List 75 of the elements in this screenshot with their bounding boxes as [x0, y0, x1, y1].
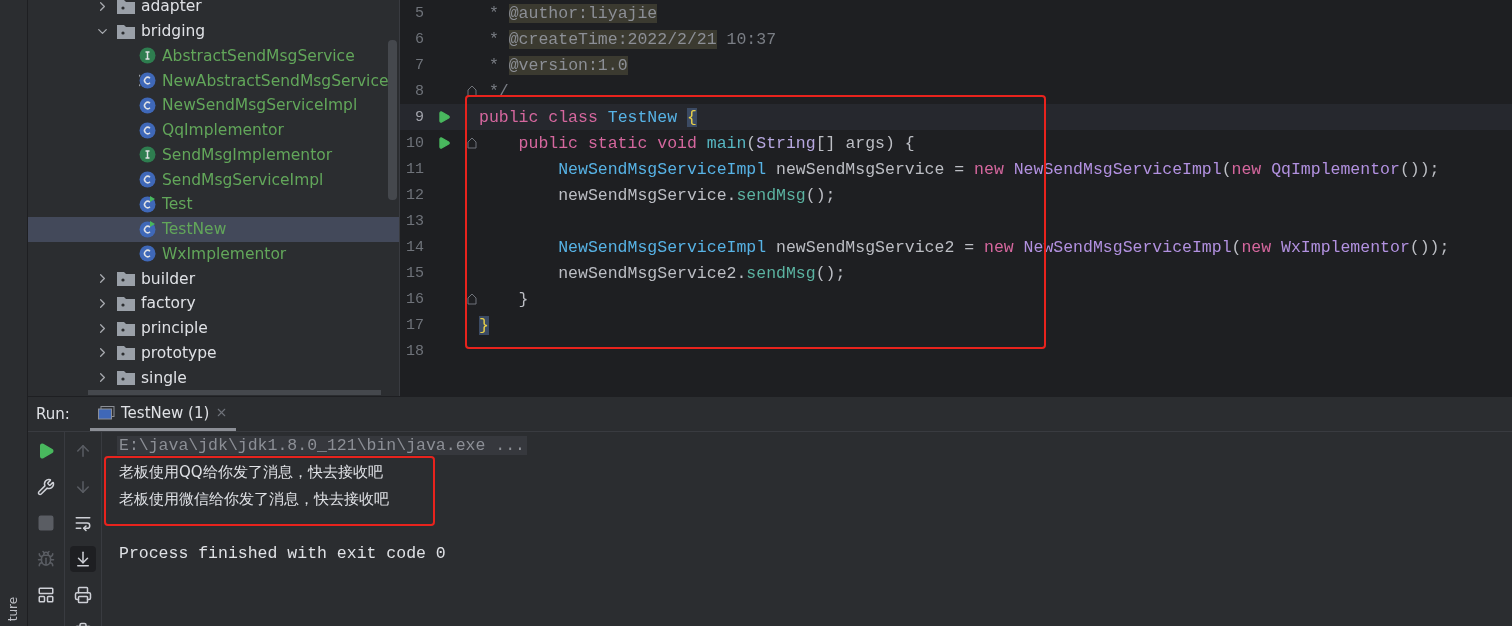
line-number: 12 [405, 186, 424, 204]
tree-item[interactable]: AbstractSendMsgService [28, 43, 399, 69]
folder-icon [117, 320, 135, 336]
console-output: E:\java\jdk\jdk1.8.0_121\bin\java.exe ... [117, 436, 527, 455]
line-number: 13 [405, 212, 424, 230]
printer-icon [74, 586, 92, 604]
interface-icon [139, 47, 156, 65]
stop-icon [37, 514, 55, 532]
bug-icon [37, 550, 55, 568]
console-output: Process finished with exit code 0 [118, 544, 447, 563]
folder-icon [117, 271, 135, 287]
tree-item[interactable]: QqImplementor [28, 117, 399, 143]
line-number: 16 [405, 290, 424, 308]
code-line: newSendMsgService2.sendMsg(); [557, 263, 846, 283]
line-number: 15 [405, 264, 424, 282]
tree-item[interactable]: WxImplementor [28, 241, 399, 267]
tree-item[interactable]: SendMsgImplementor [28, 142, 399, 168]
run-gutter-icon[interactable] [437, 136, 451, 150]
fold-marker-icon[interactable] [466, 293, 477, 305]
side-tab[interactable]: ture [6, 596, 21, 622]
folder-icon [117, 295, 135, 311]
run-gutter-icon[interactable] [437, 110, 451, 124]
scrollbar[interactable] [388, 40, 397, 200]
fold-marker-icon[interactable] [466, 137, 477, 149]
run-icon [37, 442, 55, 460]
code-line: public class TestNew { [479, 107, 697, 127]
class-icon [139, 121, 156, 139]
window-icon [98, 405, 115, 420]
abstract-class-icon [139, 72, 156, 90]
code-line: newSendMsgService.sendMsg(); [557, 185, 836, 205]
wrench-icon [37, 478, 55, 496]
tree-item[interactable]: builder [28, 266, 399, 291]
tree-item[interactable]: SendMsgServiceImpl [28, 167, 399, 192]
layout-icon [37, 586, 55, 604]
tree-item[interactable]: single [28, 365, 399, 390]
scroll-to-end-icon [74, 550, 92, 568]
tree-item[interactable]: NewSendMsgServiceImpl [28, 93, 399, 118]
code-line: } [517, 289, 529, 309]
line-number: 14 [405, 238, 424, 256]
line-number: 7 [414, 56, 424, 74]
folder-icon [117, 345, 135, 361]
class-icon [139, 195, 156, 213]
line-number: 18 [405, 342, 424, 360]
folder-icon [117, 370, 135, 386]
down-arrow-icon [74, 478, 92, 496]
tree-item[interactable]: NewAbstractSendMsgService [28, 68, 399, 93]
tree-item[interactable]: Test [28, 192, 399, 217]
line-number: 8 [414, 82, 424, 100]
fold-marker-icon[interactable] [466, 85, 477, 97]
class-icon [139, 171, 156, 189]
class-icon [139, 220, 156, 238]
tree-item[interactable]: factory [28, 291, 399, 316]
tree-item[interactable]: adapter [28, 0, 399, 19]
class-icon [139, 245, 156, 263]
line-number: 5 [414, 4, 424, 22]
line-number: 10 [405, 134, 424, 152]
folder-icon [117, 23, 135, 39]
scroll-to-end-button[interactable] [70, 546, 96, 572]
line-number: 9 [414, 108, 424, 126]
code-line: */ [487, 81, 509, 101]
wrap-icon [74, 514, 92, 532]
line-number: 17 [405, 316, 424, 334]
code-line: public static void main(String[] args) { [517, 133, 915, 153]
tree-item[interactable]: prototype [28, 340, 399, 366]
class-icon [139, 96, 156, 114]
interface-icon [139, 146, 156, 164]
tree-item[interactable]: principle [28, 315, 399, 341]
console-output: 老板使用微信给你发了消息，快去接收吧 [118, 490, 390, 509]
run-label: Run: [36, 405, 71, 423]
console-output: 老板使用QQ给你发了消息，快去接收吧 [118, 463, 384, 482]
tree-item[interactable]: bridging [28, 18, 399, 44]
scrollbar[interactable] [88, 390, 381, 395]
run-tab[interactable]: TestNew (1) [90, 397, 237, 431]
line-number: 6 [414, 30, 424, 48]
line-number: 11 [405, 160, 424, 178]
